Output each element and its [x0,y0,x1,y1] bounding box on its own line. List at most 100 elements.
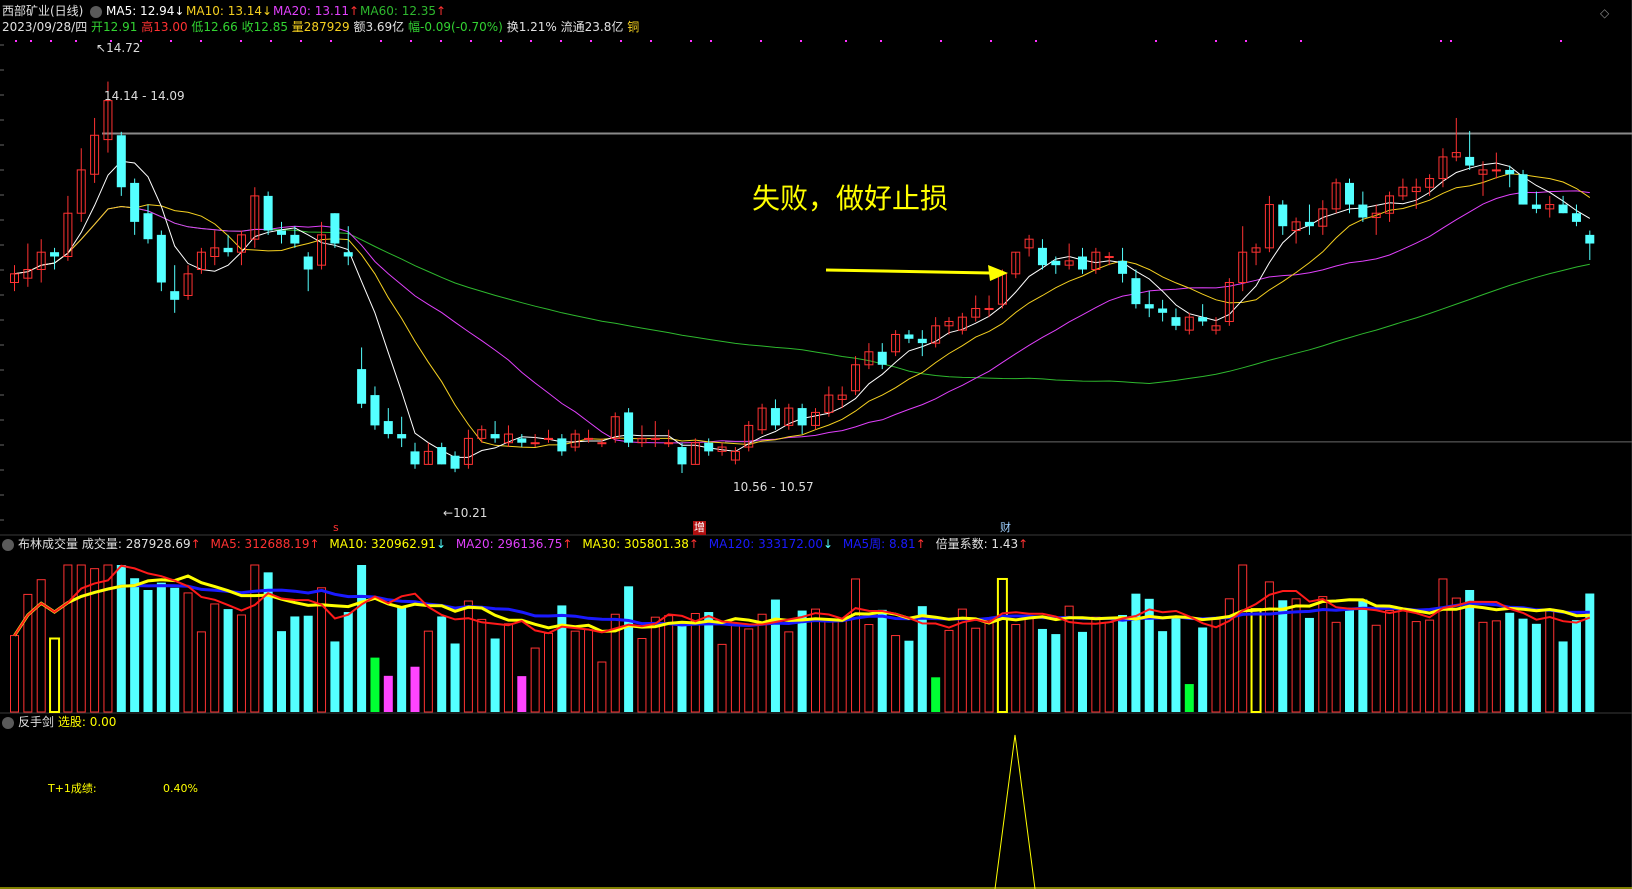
candle-body [1345,182,1354,205]
candle-body [1131,278,1141,305]
volume-bar [383,675,393,712]
volume-settings-icon[interactable] [2,539,14,551]
volume-bar [904,640,914,712]
volume-bar [36,579,46,713]
volume-bar [477,618,487,713]
volume-bar [1558,641,1568,712]
volume-bar [63,564,73,713]
volume-bar [1278,600,1288,712]
settings-icon[interactable] [90,6,102,18]
signal-dot [30,40,32,42]
volume-bar [250,564,260,713]
candle-body [1585,234,1595,244]
candle-body [1571,213,1581,222]
volume-bar [971,627,981,713]
signal-dot [1560,40,1562,42]
volume-bar [811,608,820,713]
volume-bar [597,661,607,713]
candle-body [677,447,687,465]
volume-bar [490,638,500,712]
candle-body [1037,247,1047,266]
volume-bar [196,631,206,713]
t1-label: T+1成绩: [48,782,97,795]
candle-body [584,437,594,440]
signal-dot [690,40,692,42]
candle-body [357,369,367,404]
volume-bar [1545,608,1555,713]
volume-bar [584,629,594,713]
signal-dot [200,40,202,42]
volume-bar [730,622,740,713]
signal-dot [880,40,882,42]
signal-dot [560,40,562,42]
signal-dot [1450,40,1452,42]
high-price-label: ↖14.72 [96,41,141,55]
signal-dot [410,40,412,42]
event-marker-s[interactable]: s [333,521,339,535]
candle-body [130,182,140,222]
candle-body [277,230,286,235]
volume-bar [717,643,727,713]
volume-bar [864,624,874,713]
candle-body [397,434,407,439]
candle-body [624,412,634,443]
volume-bar [690,613,700,713]
volume-bar [1358,599,1368,712]
event-marker-zeng[interactable]: 增 [693,521,706,535]
volume-bar [1211,618,1221,713]
candle-body [450,455,460,469]
signal-dot [710,40,712,42]
volume-bar [704,612,714,712]
volume-bar [223,609,233,712]
candle-body [1558,204,1568,214]
ma20-label: MA20: 13.11↑ [273,4,360,18]
price-chart[interactable] [0,0,1632,889]
signal-dot [170,40,172,42]
candle-body [917,338,927,344]
volume-bar [1051,634,1061,712]
candle-body [770,408,780,426]
event-marker-cai[interactable]: 财 [1000,521,1011,535]
volume-bar [1091,616,1101,713]
annotation-text: 失败，做好止损 [752,182,949,215]
volume-bar [1331,621,1341,713]
volume-bar [1184,684,1194,712]
volume-bar [1037,628,1047,712]
volume-bar [1478,621,1488,713]
volume-bar [851,578,861,713]
candle-body [170,291,180,300]
volume-bar [1250,608,1262,713]
signal-dot [1215,40,1217,42]
volume-bar [1531,623,1541,712]
panel-collapse-icon[interactable]: ◇ [1600,6,1614,20]
indicator-settings-icon[interactable] [2,717,14,729]
signal-dot [1300,40,1302,42]
signal-dot [845,40,847,42]
candle-body [116,135,126,188]
volume-panel-header: 布林成交量 成交量: 287928.69↑ MA5: 312688.19↑ MA… [18,537,1029,551]
signal-dot [15,40,17,42]
candle-body [530,442,540,445]
candle-body [597,442,607,445]
signal-dot [940,40,942,42]
volume-bar [49,637,61,713]
t1-value: 0.40% [163,782,198,795]
signal-dot [75,40,77,42]
volume-bar [1131,593,1141,712]
volume-bar [1518,618,1528,712]
signal-dot [530,40,532,42]
volume-bar [1024,615,1034,713]
candle-body [1358,204,1368,218]
resistance-label: 14.14 - 14.09 [104,89,185,103]
candle-body [303,256,313,270]
volume-bar [1318,596,1328,713]
signal-dot [270,40,272,42]
volume-bar [503,623,513,713]
candle-body [1144,304,1154,309]
volume-bar [1078,631,1087,712]
volume-bar [570,630,580,713]
candle-body [290,234,300,244]
signal-dot [330,40,332,42]
signal-dot [990,40,992,42]
ma5-label: MA5: 12.94↓ [106,4,185,18]
